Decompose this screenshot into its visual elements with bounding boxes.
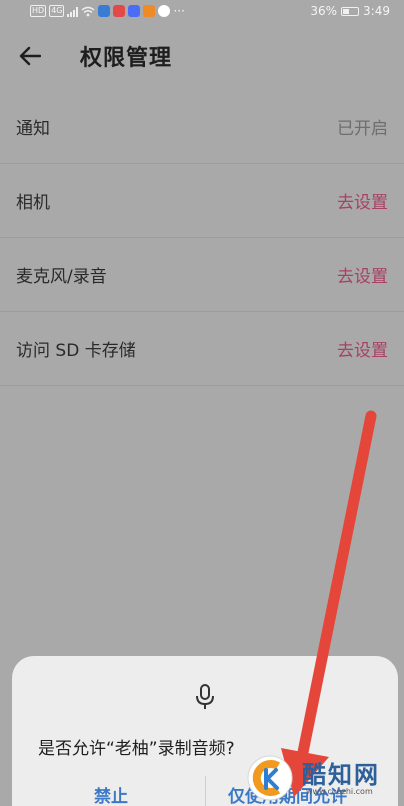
hd-badge: HD [30,5,47,17]
permission-row-microphone[interactable]: 麦克风/录音 去设置 [0,238,404,312]
button-divider [205,776,206,806]
network-badge: 4G [49,5,65,17]
signal-icon [67,6,79,17]
watermark-name: 酷知网 [302,760,380,789]
status-left: HD 4G ··· [30,4,185,18]
watermark-url: www.coozhi.com [306,787,373,796]
permission-row-storage[interactable]: 访问 SD 卡存储 去设置 [0,312,404,386]
permission-label: 通知 [16,119,50,139]
permission-list: 通知 已开启 相机 去设置 麦克风/录音 去设置 访问 SD 卡存储 去设置 [0,90,404,386]
battery-percent: 36% [310,4,338,18]
permission-settings-link[interactable]: 去设置 [337,336,388,361]
dialog-question: 是否允许“老柚”录制音频? [38,739,235,759]
arrow-left-icon [19,46,41,66]
permission-label: 麦克风/录音 [16,267,107,287]
back-button[interactable] [0,22,60,90]
microphone-icon [196,684,214,709]
more-icon: ··· [173,4,185,18]
app-notification-icon [98,5,111,17]
permission-label: 相机 [16,193,50,213]
message-icon [158,5,171,17]
deny-button[interactable]: 禁止 [94,782,128,806]
app-header: 权限管理 [0,22,404,90]
permission-row-notification[interactable]: 通知 已开启 [0,90,404,164]
status-right: 36% 3:49 [310,4,390,18]
page-title: 权限管理 [80,46,173,71]
app-notification-icon [143,5,156,17]
status-bar: HD 4G ··· 36% 3:49 [0,0,404,22]
battery-icon [341,6,360,16]
clock: 3:49 [363,4,390,18]
permission-label: 访问 SD 卡存储 [16,341,136,361]
permission-settings-link[interactable]: 去设置 [337,262,388,287]
permission-row-camera[interactable]: 相机 去设置 [0,164,404,238]
watermark: 酷知网 www.coozhi.com [244,752,404,806]
permission-status: 已开启 [337,119,388,139]
permission-settings-link[interactable]: 去设置 [337,188,388,213]
coozhi-logo-icon [247,755,293,801]
app-notification-icon [128,5,141,17]
app-notification-icon [113,5,126,17]
wifi-icon [82,6,95,16]
